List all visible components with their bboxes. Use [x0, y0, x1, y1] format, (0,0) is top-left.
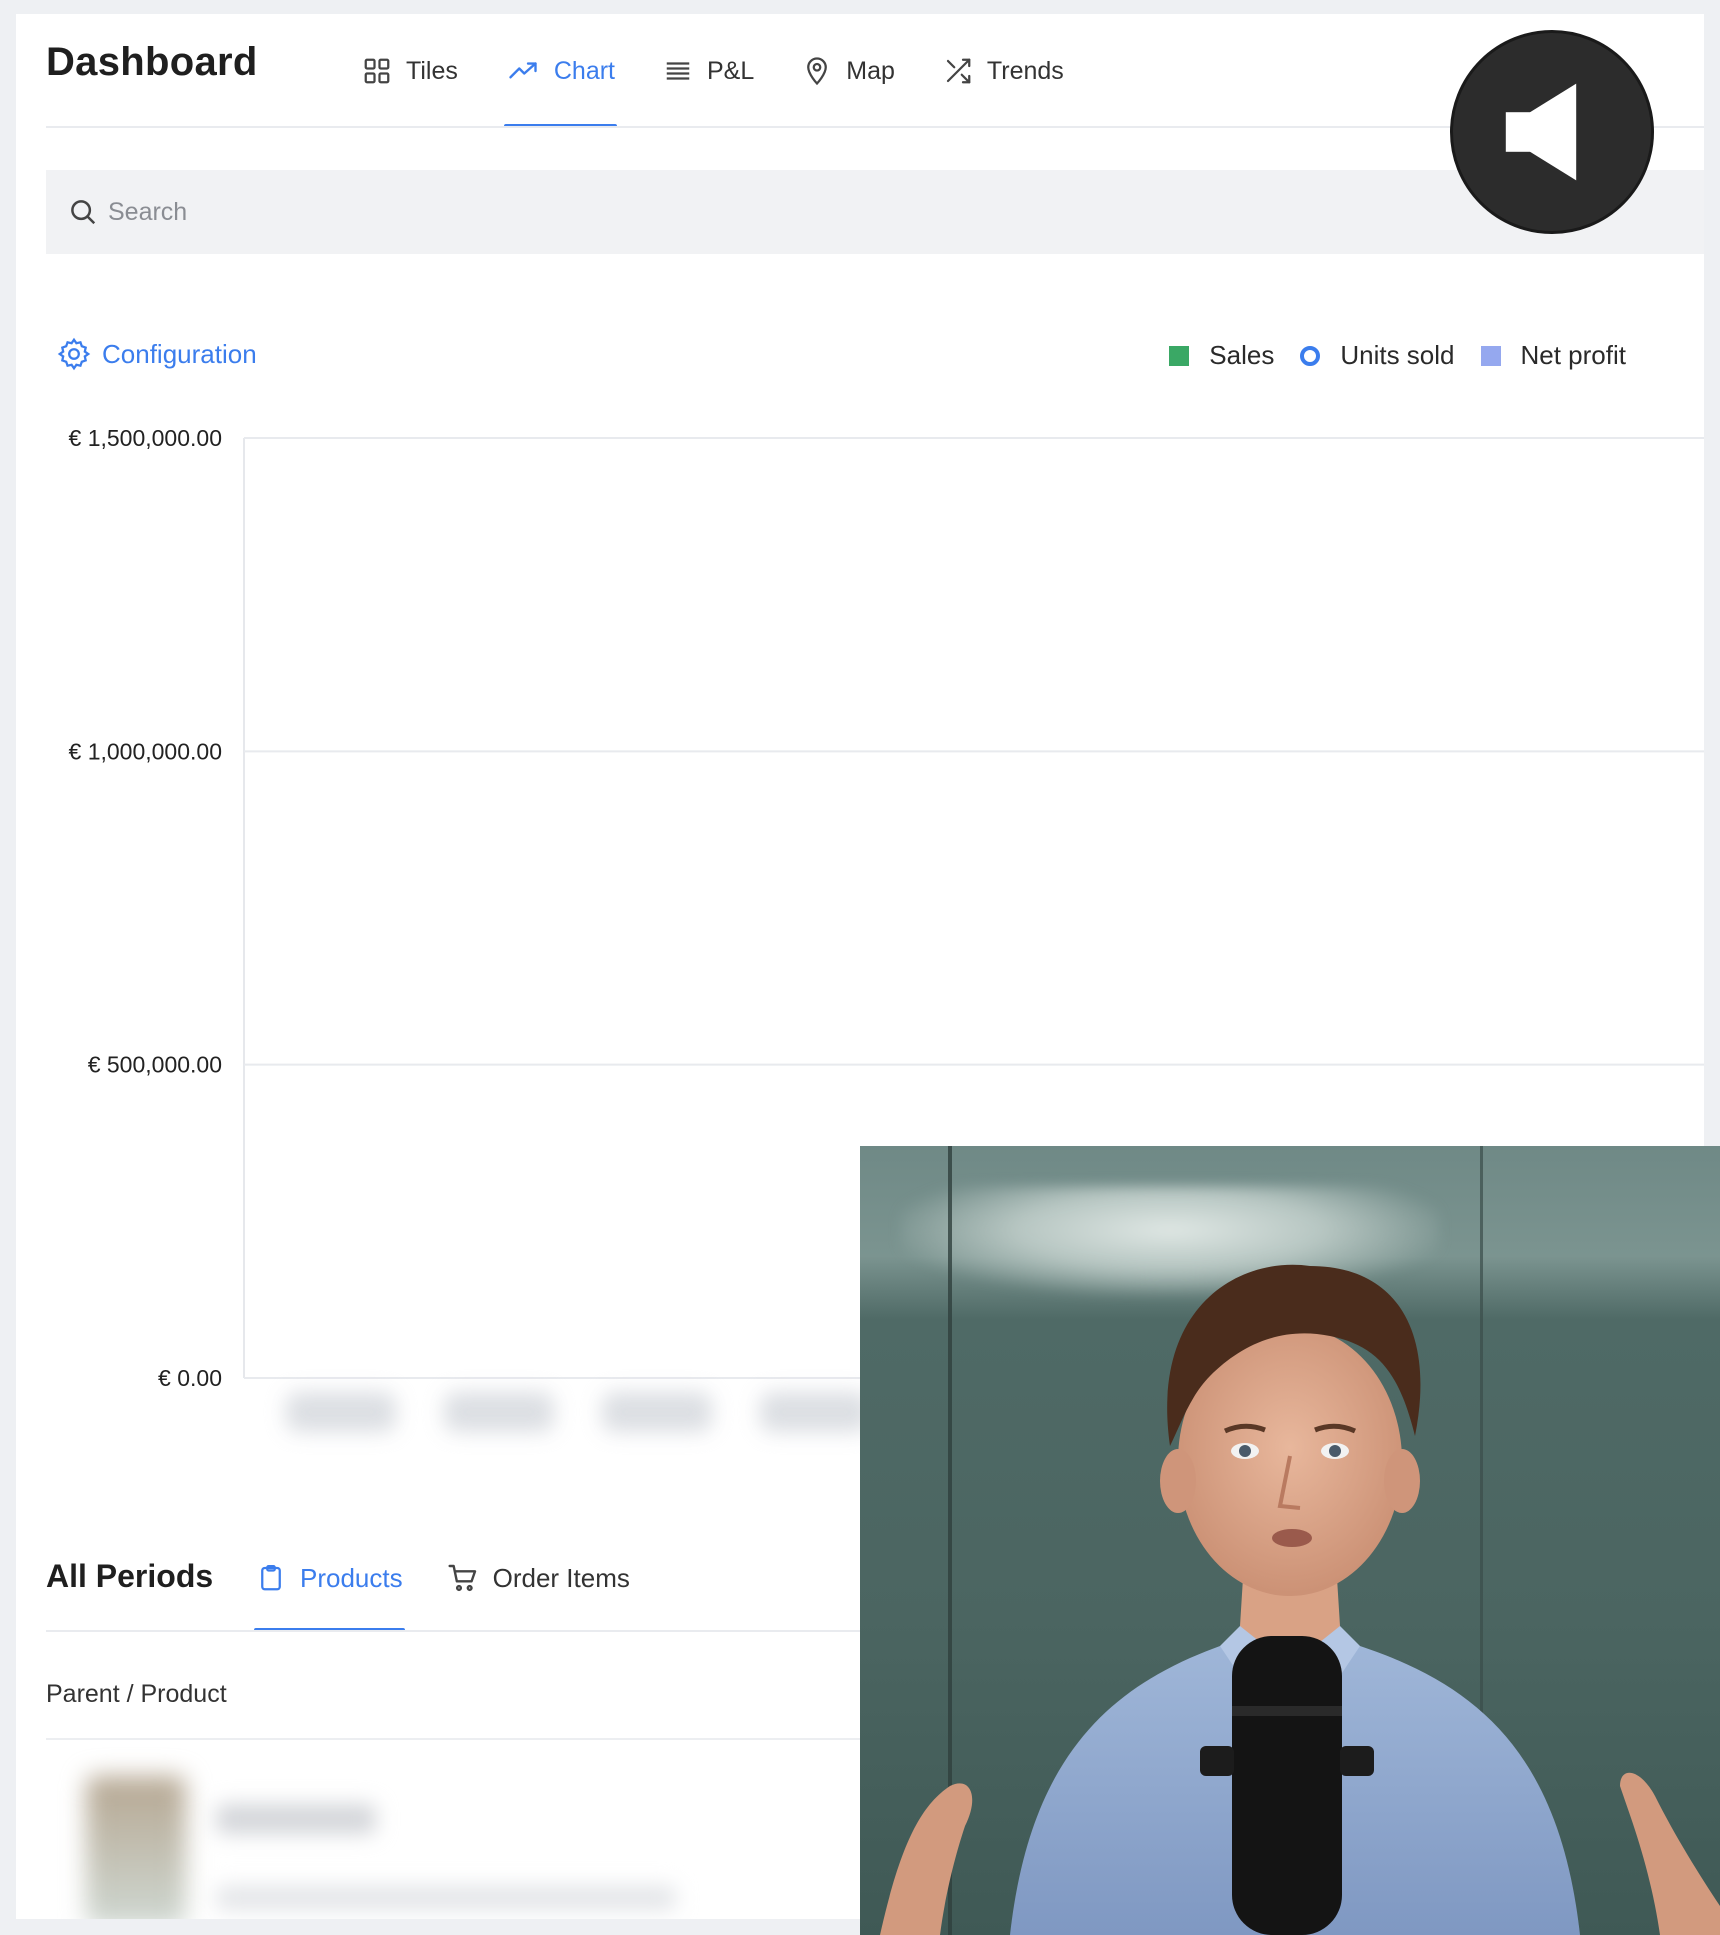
tab-pl[interactable]: P&L: [661, 14, 756, 128]
list-icon: [666, 62, 690, 80]
product-thumbnail: [86, 1776, 186, 1919]
tab-tiles[interactable]: Tiles: [360, 14, 460, 128]
legend-item-units-sold[interactable]: Units sold: [1300, 340, 1455, 371]
trend-up-icon: [509, 62, 537, 79]
product-name-blurred: [216, 1804, 376, 1834]
legend-label: Units sold: [1340, 340, 1455, 370]
tab-trends[interactable]: Trends: [941, 14, 1066, 128]
configuration-label: Configuration: [102, 338, 257, 369]
y-tick-label: € 500,000.00: [88, 1052, 222, 1078]
gear-icon: [57, 337, 91, 371]
legend-label: Net profit: [1520, 340, 1627, 370]
tab-label: Order Items: [492, 1562, 630, 1593]
mute-button[interactable]: [1450, 30, 1654, 234]
configuration-button[interactable]: Configuration: [56, 336, 257, 372]
tab-label: Chart: [553, 56, 615, 85]
tab-label: Tiles: [406, 56, 458, 85]
legend-marker-units-sold: [1300, 345, 1321, 366]
map-pin-icon: [807, 57, 828, 86]
legend-item-net-profit[interactable]: Net profit: [1480, 340, 1627, 371]
column-header-parent-product[interactable]: Parent / Product: [46, 1680, 227, 1709]
y-tick-label: € 0.00: [158, 1365, 222, 1391]
cart-icon: [448, 1564, 476, 1592]
detail-tabs: Products Order Items: [254, 1524, 672, 1632]
legend-marker-sales: [1169, 345, 1190, 366]
grid-icon: [364, 58, 390, 84]
search-bar: [46, 170, 1704, 254]
webcam-overlay: [860, 1146, 1720, 1935]
search-input[interactable]: [108, 197, 708, 227]
view-tabs: Tiles Chart P&L Map Trends: [360, 14, 1110, 128]
y-tick-label: € 1,000,000.00: [69, 738, 222, 764]
y-tick-label: € 1,500,000.00: [69, 425, 222, 451]
shuffle-icon: [946, 58, 971, 84]
search-icon: [71, 200, 96, 225]
chart-legend: Sales Units sold Net profit: [1143, 340, 1626, 371]
legend-marker-net-profit: [1480, 345, 1501, 366]
legend-item-sales[interactable]: Sales: [1169, 340, 1274, 371]
tab-products[interactable]: Products: [254, 1524, 405, 1632]
x-axis-labels-blurred: [286, 1392, 918, 1432]
presenter-figure: [880, 1264, 1720, 1935]
product-detail-blurred: [216, 1886, 676, 1910]
tab-label: Map: [846, 56, 895, 85]
tab-label: Products: [300, 1562, 403, 1593]
legend-label: Sales: [1209, 340, 1275, 370]
clipboard-icon: [261, 1565, 281, 1591]
tab-chart[interactable]: Chart: [503, 14, 618, 128]
period-label: All Periods: [46, 1558, 214, 1594]
tab-map[interactable]: Map: [800, 14, 897, 128]
page-title: Dashboard: [46, 40, 258, 84]
tab-order-items[interactable]: Order Items: [445, 1524, 632, 1632]
speaker-muted-icon: [1505, 83, 1577, 181]
tab-label: Trends: [986, 56, 1064, 85]
tab-label: P&L: [707, 56, 755, 85]
